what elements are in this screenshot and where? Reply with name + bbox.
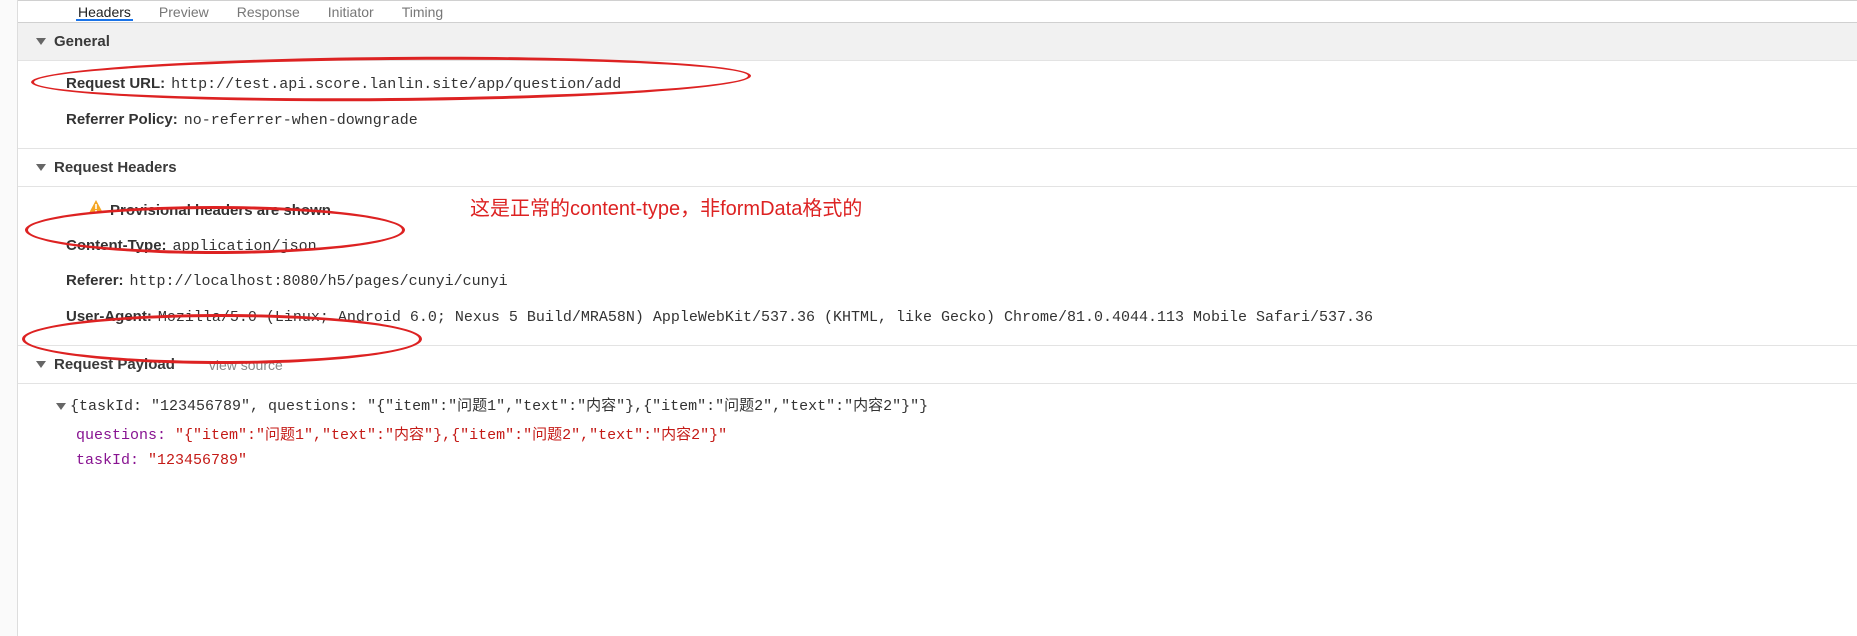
section-request-headers-body: Provisional headers are shown Content-Ty… [18, 187, 1857, 345]
tab-preview[interactable]: Preview [159, 4, 209, 20]
request-url-value: http://test.api.score.lanlin.site/app/qu… [171, 74, 621, 97]
section-request-headers-header[interactable]: Request Headers [18, 148, 1857, 187]
referer-label: Referer: [66, 270, 124, 293]
content-type-label: Content-Type: [66, 235, 167, 258]
tab-headers[interactable]: Headers [78, 4, 131, 20]
row-content-type: Content-Type: application/json [18, 229, 1857, 265]
payload-questions-key: questions: [76, 427, 166, 444]
tabs-row: Headers Preview Response Initiator Timin… [18, 1, 1857, 23]
tab-response[interactable]: Response [237, 4, 300, 20]
warning-icon [88, 199, 104, 215]
section-general-header[interactable]: General [18, 23, 1857, 61]
row-user-agent: User-Agent: Mozilla/5.0 (Linux; Android … [18, 300, 1857, 336]
content-type-value: application/json [173, 236, 317, 259]
view-source-link[interactable]: view source [209, 357, 283, 373]
payload-summary-suffix: } [919, 398, 928, 415]
section-request-payload-header[interactable]: Request Payload view source [18, 345, 1857, 384]
section-general-body: Request URL: http://test.api.score.lanli… [18, 61, 1857, 148]
section-title: Request Headers [54, 159, 177, 176]
provisional-text: Provisional headers are shown [110, 200, 331, 223]
payload-summary-prefix: {taskId: [70, 398, 151, 415]
payload-questions-value: "{"item":"问题1","text":"内容"},{"item":"问题2… [175, 427, 727, 444]
annotation-text: 这是正常的content-type，非formData格式的 [470, 192, 862, 221]
tab-initiator[interactable]: Initiator [328, 4, 374, 20]
request-url-label: Request URL: [66, 73, 165, 96]
section-request-payload-body: {taskId: "123456789", questions: "{"item… [18, 384, 1857, 503]
user-agent-label: User-Agent: [66, 306, 152, 329]
row-referer: Referer: http://localhost:8080/h5/pages/… [18, 264, 1857, 300]
row-referrer-policy: Referrer Policy: no-referrer-when-downgr… [18, 103, 1857, 139]
referrer-policy-value: no-referrer-when-downgrade [184, 110, 418, 133]
row-request-url: Request URL: http://test.api.score.lanli… [18, 67, 1857, 103]
referrer-policy-label: Referrer Policy: [66, 109, 178, 132]
chevron-down-icon [36, 38, 46, 45]
tab-timing[interactable]: Timing [402, 4, 444, 20]
payload-summary-mid: , questions: [250, 398, 367, 415]
referer-value: http://localhost:8080/h5/pages/cunyi/cun… [130, 271, 508, 294]
payload-taskid-key: taskId: [76, 452, 139, 469]
row-provisional: Provisional headers are shown [18, 193, 1857, 229]
payload-summary-line[interactable]: {taskId: "123456789", questions: "{"item… [56, 390, 1857, 419]
section-title: Request Payload [54, 356, 175, 373]
chevron-down-icon [36, 164, 46, 171]
payload-taskid-line: taskId: "123456789" [56, 448, 1857, 473]
gutter [0, 0, 18, 636]
section-title: General [54, 33, 110, 50]
payload-questions-line: questions: "{"item":"问题1","text":"内容"},{… [56, 419, 1857, 448]
headers-panel: Headers Preview Response Initiator Timin… [18, 0, 1857, 503]
payload-taskid-value: "123456789" [148, 452, 247, 469]
payload-summary-questions: "{"item":"问题1","text":"内容"},{"item":"问题2… [367, 398, 919, 415]
chevron-down-icon [36, 361, 46, 368]
payload-summary-taskid: "123456789" [151, 398, 250, 415]
chevron-down-icon [56, 403, 66, 410]
user-agent-value: Mozilla/5.0 (Linux; Android 6.0; Nexus 5… [158, 307, 1373, 330]
